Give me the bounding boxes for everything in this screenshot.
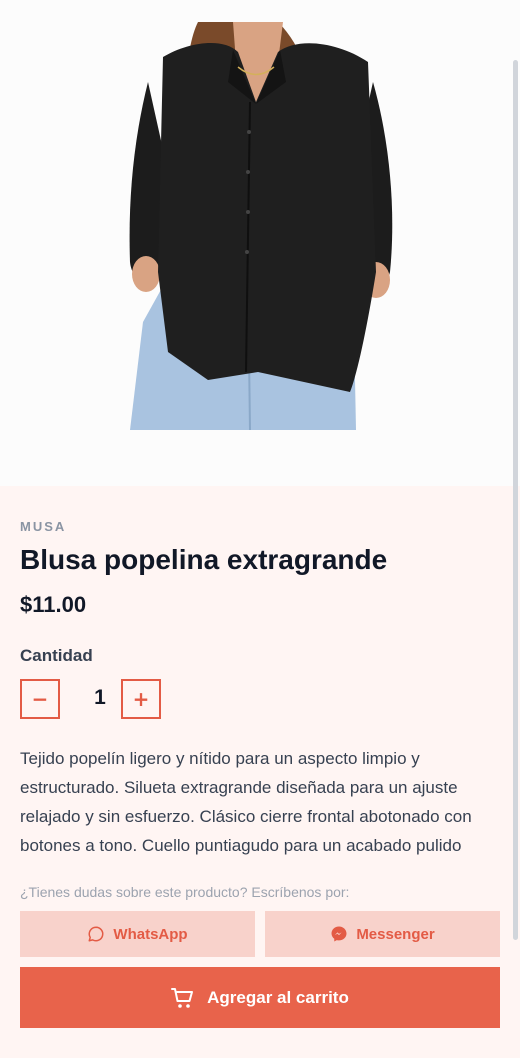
product-title: Blusa popelina extragrande bbox=[20, 544, 388, 575]
cart-icon bbox=[171, 987, 195, 1009]
product-image-area bbox=[0, 0, 520, 486]
quantity-decrease-button[interactable]: − bbox=[20, 679, 60, 719]
add-to-cart-label: Agregar al carrito bbox=[207, 987, 349, 1007]
messenger-button[interactable]: Messenger bbox=[265, 911, 500, 957]
product-brand: MUSA bbox=[20, 519, 67, 534]
whatsapp-icon bbox=[87, 925, 105, 943]
contact-hint: ¿Tienes dudas sobre este producto? Escrí… bbox=[20, 884, 350, 900]
quantity-increase-button[interactable]: + bbox=[121, 679, 161, 719]
product-price: $11.00 bbox=[20, 592, 87, 617]
quantity-value: 1 bbox=[94, 686, 106, 709]
whatsapp-button[interactable]: WhatsApp bbox=[20, 911, 255, 957]
messenger-label: Messenger bbox=[356, 925, 435, 943]
whatsapp-label: WhatsApp bbox=[113, 925, 188, 943]
product-description: Tejido popelín ligero y nítido para un a… bbox=[20, 749, 472, 855]
messenger-icon bbox=[330, 925, 348, 943]
add-to-cart-button[interactable]: Agregar al carrito bbox=[20, 967, 500, 1028]
quantity-label: Cantidad bbox=[20, 646, 93, 665]
product-photo bbox=[129, 22, 393, 430]
scrollbar[interactable] bbox=[513, 60, 518, 940]
